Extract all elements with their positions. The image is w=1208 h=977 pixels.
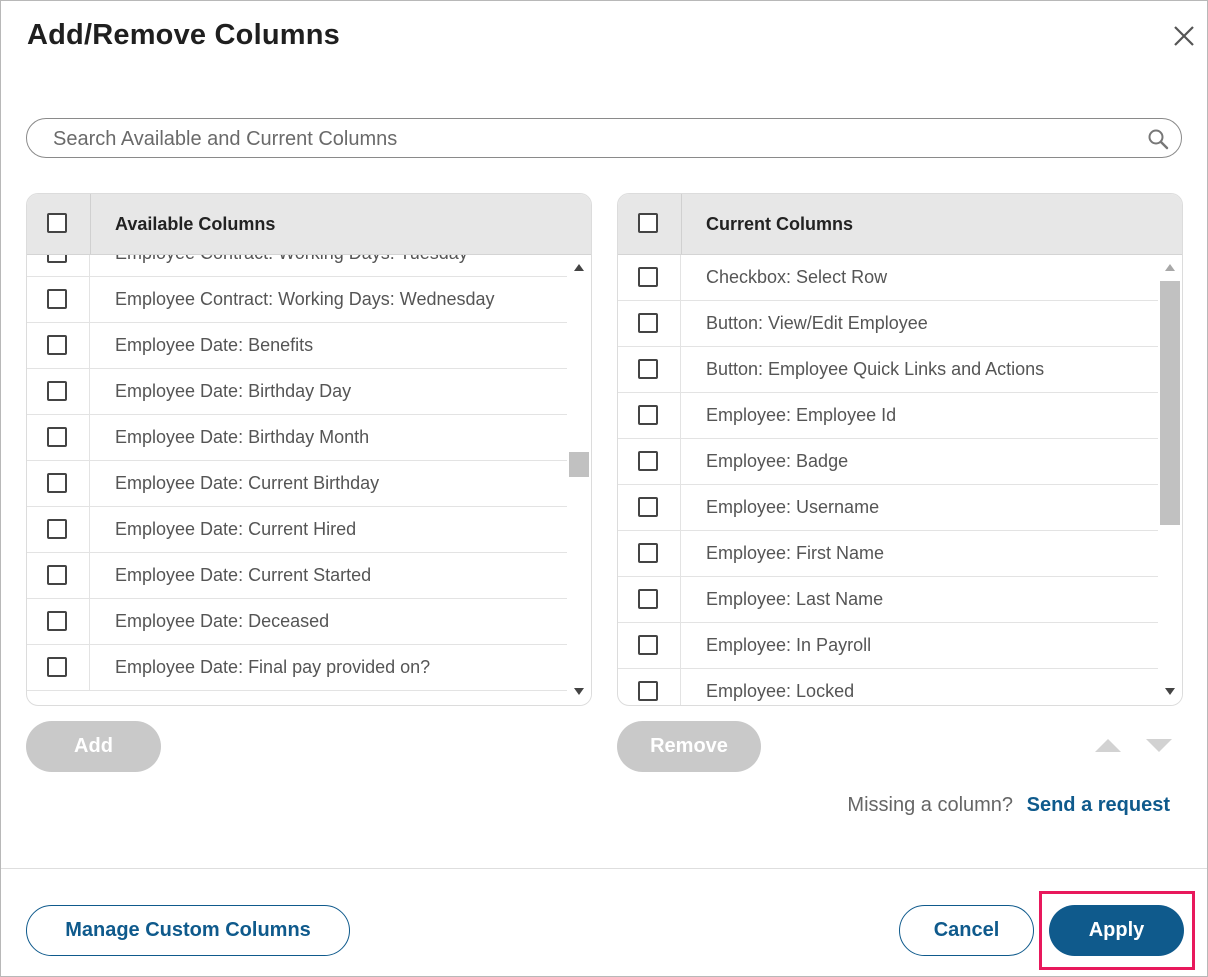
scroll-thumb[interactable]: [1160, 281, 1180, 525]
list-item-label: Employee: Badge: [706, 451, 849, 471]
row-checkbox[interactable]: [638, 313, 658, 333]
current-columns-panel: Current Columns Checkbox: Select Row But…: [617, 193, 1183, 706]
list-item-label: Checkbox: Select Row: [706, 267, 888, 287]
list-item-label: Employee Date: Birthday Day: [115, 381, 352, 401]
missing-column-text: Missing a column?: [847, 794, 1014, 816]
row-checkbox[interactable]: [638, 635, 658, 655]
list-item-label: Employee Date: Deceased: [115, 611, 330, 631]
list-item-label: Employee: In Payroll: [706, 635, 872, 655]
row-checkbox[interactable]: [47, 519, 67, 539]
list-item-label: Employee: Locked: [706, 681, 855, 701]
row-checkbox[interactable]: [47, 255, 67, 263]
row-checkbox[interactable]: [638, 497, 658, 517]
list-item-label: Employee Date: Current Birthday: [115, 473, 380, 493]
list-item[interactable]: Employee Contract: Working Days: Tuesday: [27, 255, 567, 277]
dialog-title: Add/Remove Columns: [27, 19, 340, 51]
header-divider: [681, 194, 682, 254]
close-button[interactable]: [1169, 21, 1199, 51]
available-columns-header: Available Columns: [27, 194, 591, 255]
available-scrollbar[interactable]: [567, 255, 591, 705]
list-item[interactable]: Employee Date: Birthday Day: [27, 369, 567, 415]
row-checkbox[interactable]: [638, 405, 658, 425]
apply-button[interactable]: Apply: [1049, 905, 1184, 956]
list-item[interactable]: Employee: First Name: [618, 531, 1158, 577]
list-item-label: Employee Date: Final pay provided on?: [115, 657, 431, 677]
list-item[interactable]: Employee: Employee Id: [618, 393, 1158, 439]
missing-column-prompt: Missing a column? Send a request: [847, 794, 1170, 817]
current-columns-title: Current Columns: [706, 214, 854, 234]
scroll-thumb[interactable]: [569, 452, 589, 477]
list-item-label: Employee: Last Name: [706, 589, 884, 609]
list-item[interactable]: Employee Date: Final pay provided on?: [27, 645, 567, 691]
list-item[interactable]: Checkbox: Select Row: [618, 255, 1158, 301]
current-columns-list: Checkbox: Select Row Button: View/Edit E…: [618, 255, 1158, 705]
close-icon: [1174, 26, 1194, 46]
row-checkbox[interactable]: [638, 267, 658, 287]
list-item[interactable]: Employee Date: Current Started: [27, 553, 567, 599]
list-item-label: Employee Date: Current Started: [115, 565, 372, 585]
send-request-link[interactable]: Send a request: [1027, 794, 1170, 816]
list-item[interactable]: Employee Date: Deceased: [27, 599, 567, 645]
remove-button[interactable]: Remove: [617, 721, 761, 772]
list-item[interactable]: Employee Date: Current Hired: [27, 507, 567, 553]
scroll-down-icon[interactable]: [574, 688, 584, 695]
select-all-current-checkbox[interactable]: [638, 213, 658, 233]
list-item-label: Employee Contract: Working Days: Tuesday: [115, 255, 468, 264]
list-item[interactable]: Button: Employee Quick Links and Actions: [618, 347, 1158, 393]
list-item-label: Button: View/Edit Employee: [706, 313, 928, 333]
row-checkbox[interactable]: [47, 611, 67, 631]
add-remove-columns-dialog: Add/Remove Columns Available Columns Emp…: [0, 0, 1208, 977]
header-divider: [90, 194, 91, 254]
move-down-icon[interactable]: [1146, 739, 1172, 752]
cancel-button[interactable]: Cancel: [899, 905, 1034, 956]
list-item[interactable]: Employee Date: Benefits: [27, 323, 567, 369]
list-item-label: Employee Date: Benefits: [115, 335, 314, 355]
list-item-label: Employee Date: Current Hired: [115, 519, 357, 539]
available-columns-list: Employee Contract: Working Days: Tuesday…: [27, 255, 567, 705]
row-checkbox[interactable]: [638, 451, 658, 471]
available-columns-panel: Available Columns Employee Contract: Wor…: [26, 193, 592, 706]
move-up-icon[interactable]: [1095, 739, 1121, 752]
search-input[interactable]: [51, 119, 1145, 159]
list-item[interactable]: Employee Date: Current Birthday: [27, 461, 567, 507]
list-item-label: Employee Contract: Working Days: Wednesd…: [115, 289, 495, 309]
row-checkbox[interactable]: [638, 543, 658, 563]
scroll-down-icon[interactable]: [1165, 688, 1175, 695]
list-item[interactable]: Employee: Locked: [618, 669, 1158, 705]
manage-custom-columns-button[interactable]: Manage Custom Columns: [26, 905, 350, 956]
row-checkbox[interactable]: [47, 335, 67, 355]
current-columns-header: Current Columns: [618, 194, 1182, 255]
row-checkbox[interactable]: [47, 657, 67, 677]
scroll-up-icon[interactable]: [574, 264, 584, 271]
list-item-label: Employee: Employee Id: [706, 405, 897, 425]
list-item[interactable]: Employee: In Payroll: [618, 623, 1158, 669]
list-item[interactable]: Employee Contract: Working Days: Wednesd…: [27, 277, 567, 323]
row-checkbox[interactable]: [47, 381, 67, 401]
list-item[interactable]: Employee: Badge: [618, 439, 1158, 485]
row-checkbox[interactable]: [47, 565, 67, 585]
list-item[interactable]: Employee: Username: [618, 485, 1158, 531]
row-checkbox[interactable]: [47, 289, 67, 309]
list-item[interactable]: Employee: Last Name: [618, 577, 1158, 623]
row-checkbox[interactable]: [638, 359, 658, 379]
footer-divider: [1, 868, 1207, 869]
available-columns-title: Available Columns: [115, 214, 276, 234]
select-all-available-checkbox[interactable]: [47, 213, 67, 233]
list-item[interactable]: Button: View/Edit Employee: [618, 301, 1158, 347]
add-button[interactable]: Add: [26, 721, 161, 772]
list-item[interactable]: Employee Date: Birthday Month: [27, 415, 567, 461]
scroll-up-icon[interactable]: [1165, 264, 1175, 271]
search-icon[interactable]: [1147, 128, 1169, 150]
list-item-label: Employee: Username: [706, 497, 880, 517]
list-item-label: Button: Employee Quick Links and Actions: [706, 359, 1045, 379]
current-scrollbar[interactable]: [1158, 255, 1182, 705]
list-item-label: Employee: First Name: [706, 543, 885, 563]
row-checkbox[interactable]: [638, 589, 658, 609]
row-checkbox[interactable]: [47, 473, 67, 493]
list-item-label: Employee Date: Birthday Month: [115, 427, 370, 447]
row-checkbox[interactable]: [638, 681, 658, 701]
search-bar: [26, 118, 1182, 159]
row-checkbox[interactable]: [47, 427, 67, 447]
